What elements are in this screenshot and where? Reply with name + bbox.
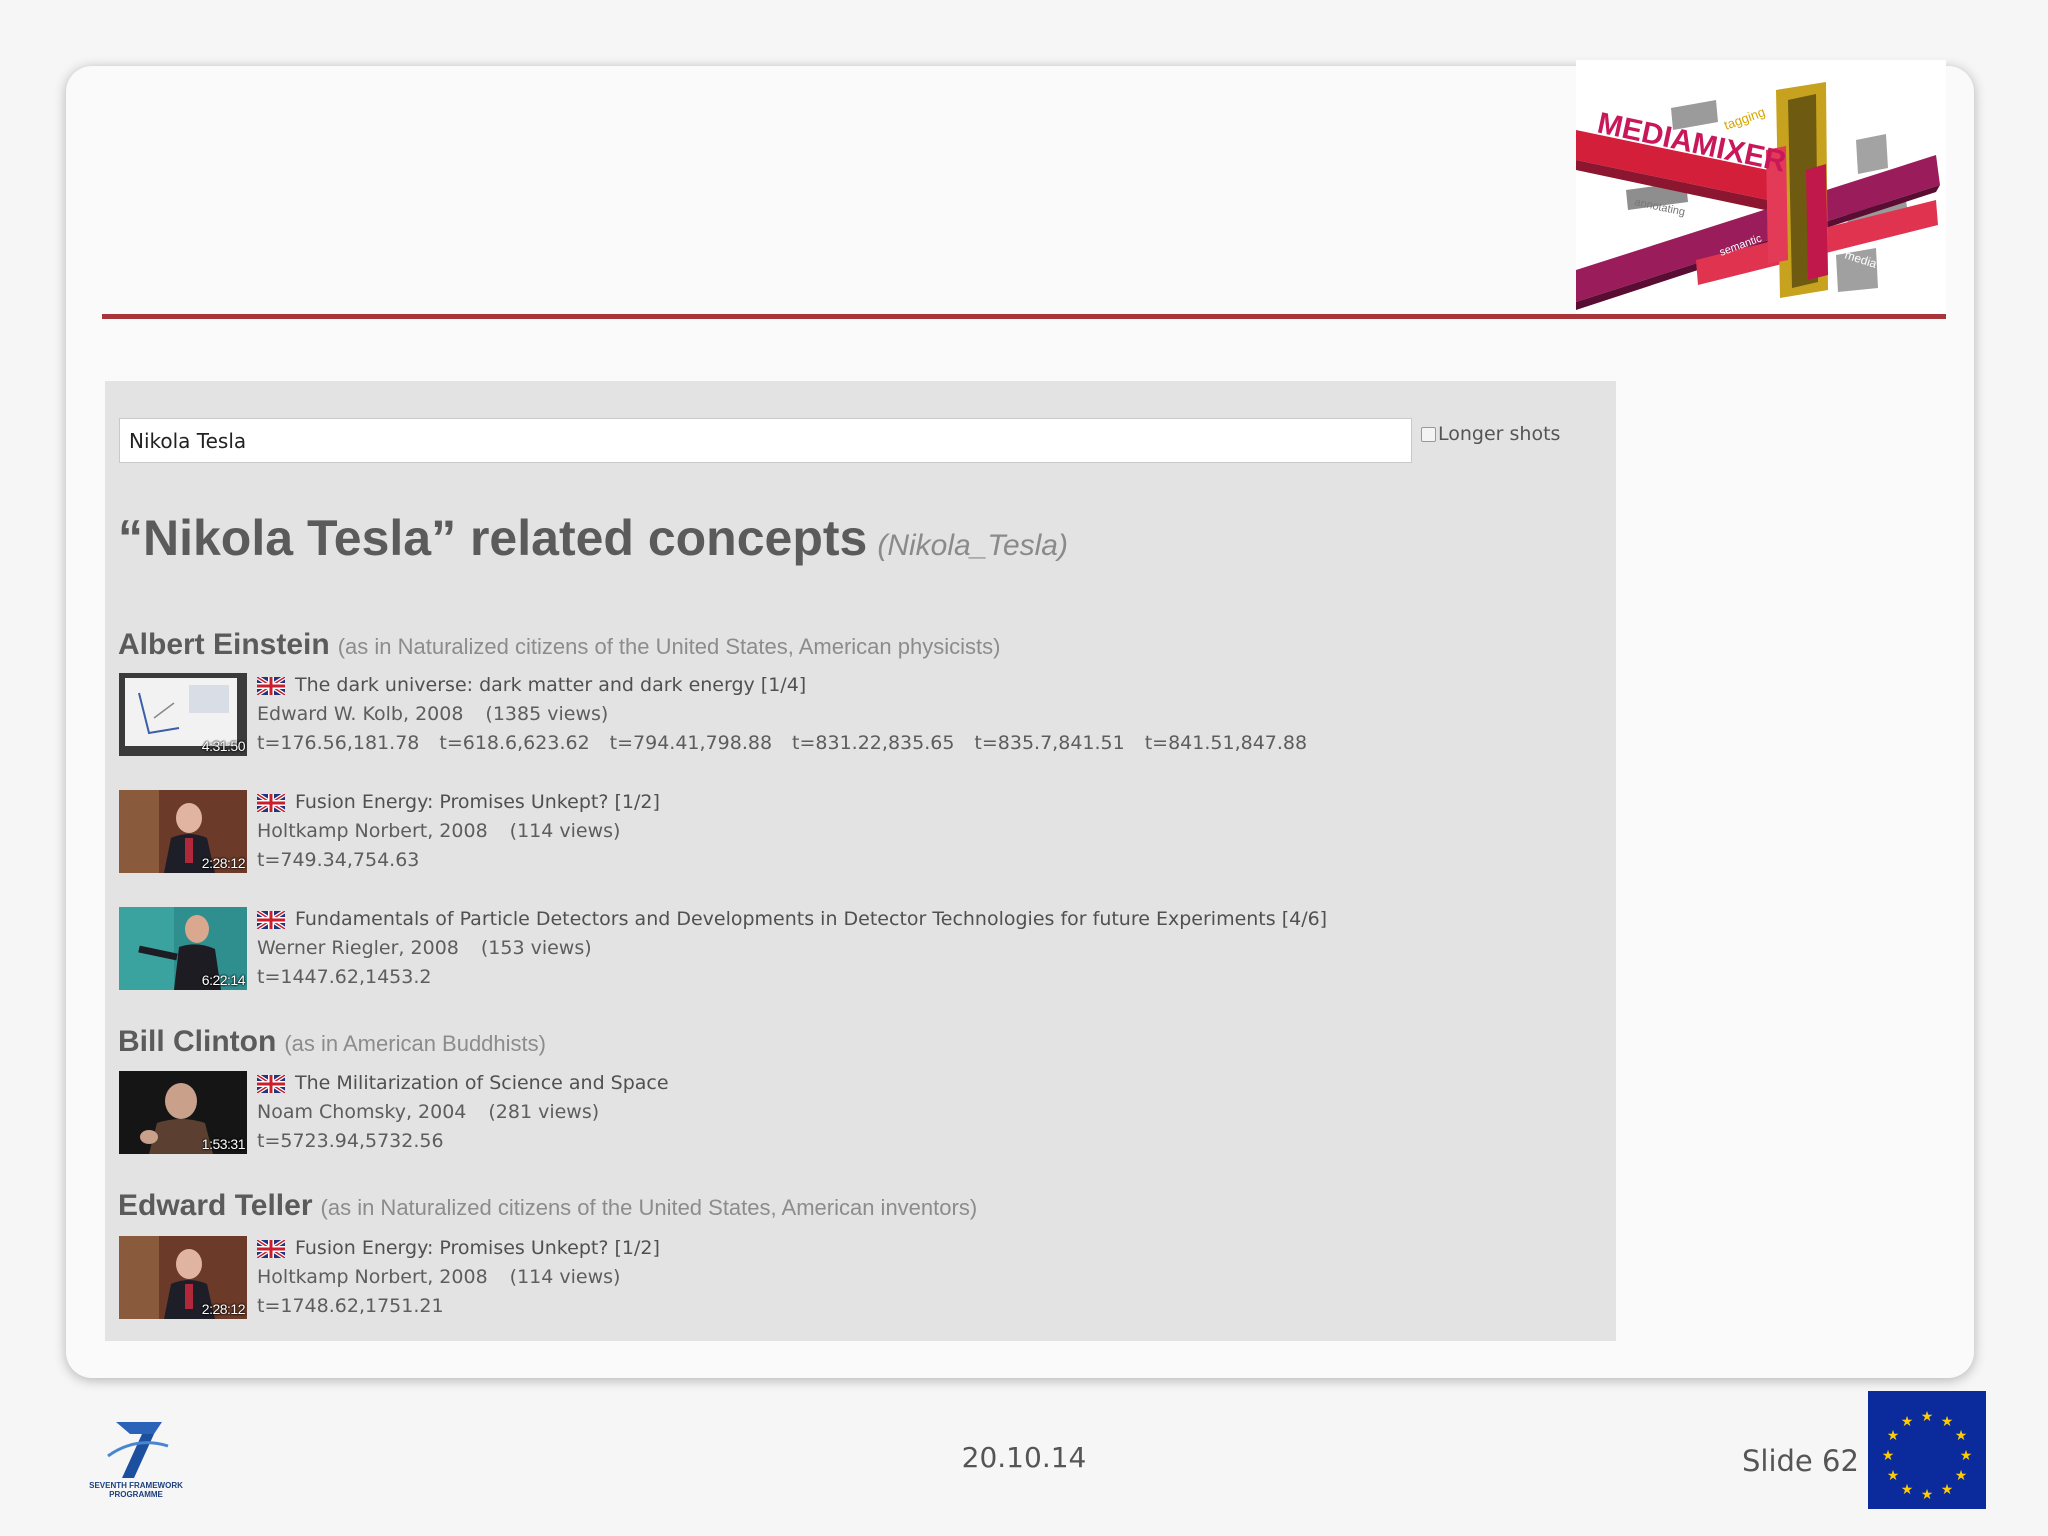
video-thumbnail[interactable]: 2:28:12 [119, 790, 247, 873]
timecode-link[interactable]: t=5723.94,5732.56 [257, 1127, 444, 1156]
mediamixer-logo: MEDIAMIXER tagging annotating semantic m… [1576, 60, 1946, 316]
timecode-link[interactable]: t=1748.62,1751.21 [257, 1292, 444, 1321]
timecode-link[interactable]: t=176.56,181.78 [257, 729, 419, 758]
longer-shots-label: Longer shots [1438, 423, 1561, 445]
svg-text:★: ★ [1960, 1448, 1973, 1464]
video-meta: The Militarization of Science and Space … [257, 1069, 669, 1156]
fp7-line2: PROGRAMME [109, 1490, 163, 1499]
svg-text:★: ★ [1941, 1414, 1954, 1430]
slide-number: Slide 62 [1742, 1444, 1859, 1478]
header-rule [102, 314, 1946, 319]
concept-name-link[interactable]: Edward Teller [118, 1189, 313, 1222]
video-meta: Fusion Energy: Promises Unkept? [1/2] Ho… [257, 1234, 660, 1321]
uk-flag-icon [257, 676, 285, 695]
eu-stars: ★ ★ ★ ★ ★ ★ ★ ★ ★ ★ ★ ★ [1882, 1409, 1973, 1503]
timecode-link[interactable]: t=841.51,847.88 [1145, 729, 1307, 758]
timecode-link[interactable]: t=618.6,623.62 [439, 729, 589, 758]
longer-shots-option[interactable]: Longer shots [1421, 421, 1560, 447]
timecode-link[interactable]: t=794.41,798.88 [610, 729, 772, 758]
svg-text:★: ★ [1887, 1428, 1900, 1444]
longer-shots-checkbox[interactable] [1421, 426, 1436, 442]
logo-word-tagging: tagging [1722, 104, 1767, 133]
svg-text:★: ★ [1955, 1468, 1968, 1484]
video-title-link[interactable]: Fusion Energy: Promises Unkept? [1/2] [295, 1234, 660, 1263]
video-title-link[interactable]: Fundamentals of Particle Detectors and D… [295, 905, 1327, 934]
video-views: (153 views) [480, 937, 592, 959]
concept-context: (as in American Buddhists) [284, 1031, 546, 1056]
video-thumbnail[interactable]: 1:53:31 [119, 1071, 247, 1154]
video-views: (281 views) [488, 1101, 600, 1123]
video-duration: 1:53:31 [201, 1136, 246, 1152]
fp7-line1: SEVENTH FRAMEWORK [89, 1481, 183, 1490]
video-duration: 2:28:12 [201, 1301, 246, 1317]
video-meta: Fusion Energy: Promises Unkept? [1/2] Ho… [257, 788, 660, 875]
video-thumbnail[interactable]: 4:31:50 [119, 673, 247, 756]
video-meta: Fundamentals of Particle Detectors and D… [257, 905, 1327, 992]
video-thumbnail[interactable]: 2:28:12 [119, 1236, 247, 1319]
page-title: “Nikola Tesla” related concepts (Nikola_T… [118, 509, 1068, 567]
video-author-year: Holtkamp Norbert, 2008 [257, 820, 488, 842]
concept-context: (as in Naturalized citizens of the Unite… [337, 634, 1001, 659]
concept-context: (as in Naturalized citizens of the Unite… [320, 1195, 978, 1220]
video-author-year: Werner Riegler, 2008 [257, 937, 459, 959]
svg-text:★: ★ [1901, 1414, 1914, 1430]
video-duration: 4:31:50 [201, 738, 246, 754]
svg-text:★: ★ [1941, 1482, 1954, 1498]
page-title-entity: (Nikola_Tesla) [877, 529, 1068, 562]
uk-flag-icon [257, 1074, 285, 1093]
concept-heading: Albert Einstein (as in Naturalized citize… [118, 628, 1000, 662]
video-views: (1385 views) [485, 703, 609, 725]
concept-name-link[interactable]: Albert Einstein [118, 628, 330, 661]
video-views: (114 views) [509, 1266, 621, 1288]
concept-heading: Bill Clinton (as in American Buddhists) [118, 1025, 546, 1059]
search-results-panel: Longer shots “Nikola Tesla” related conc… [105, 381, 1616, 1341]
video-title-link[interactable]: The dark universe: dark matter and dark … [295, 671, 806, 700]
svg-text:★: ★ [1887, 1468, 1900, 1484]
search-input[interactable] [119, 418, 1412, 463]
video-title-link[interactable]: Fusion Energy: Promises Unkept? [1/2] [295, 788, 660, 817]
video-meta: The dark universe: dark matter and dark … [257, 671, 1327, 758]
timecode-link[interactable]: t=1447.62,1453.2 [257, 963, 431, 992]
svg-text:★: ★ [1955, 1428, 1968, 1444]
video-thumbnail[interactable]: 6:22:14 [119, 907, 247, 990]
svg-text:★: ★ [1882, 1448, 1895, 1464]
video-views: (114 views) [509, 820, 621, 842]
uk-flag-icon [257, 793, 285, 812]
timecode-link[interactable]: t=835.7,841.51 [974, 729, 1124, 758]
page-title-text: “Nikola Tesla” related concepts [118, 510, 868, 566]
svg-text:★: ★ [1921, 1487, 1934, 1503]
video-duration: 6:22:14 [201, 972, 246, 988]
concept-name-link[interactable]: Bill Clinton [118, 1025, 276, 1058]
svg-text:★: ★ [1901, 1482, 1914, 1498]
video-author-year: Edward W. Kolb, 2008 [257, 703, 464, 725]
video-author-year: Holtkamp Norbert, 2008 [257, 1266, 488, 1288]
timecode-link[interactable]: t=749.34,754.63 [257, 846, 419, 875]
video-title-link[interactable]: The Militarization of Science and Space [295, 1069, 669, 1098]
eu-flag-icon: ★ ★ ★ ★ ★ ★ ★ ★ ★ ★ ★ ★ [1868, 1391, 1986, 1509]
footer-date: 20.10.14 [961, 1441, 1087, 1474]
video-duration: 2:28:12 [201, 855, 246, 871]
concept-heading: Edward Teller (as in Naturalized citizens… [118, 1189, 977, 1223]
timecode-link[interactable]: t=831.22,835.65 [792, 729, 954, 758]
mediamixer-logo-graphic: MEDIAMIXER tagging annotating semantic m… [1576, 82, 1940, 310]
uk-flag-icon [257, 910, 285, 929]
uk-flag-icon [257, 1239, 285, 1258]
svg-text:★: ★ [1921, 1409, 1934, 1425]
video-author-year: Noam Chomsky, 2004 [257, 1101, 467, 1123]
